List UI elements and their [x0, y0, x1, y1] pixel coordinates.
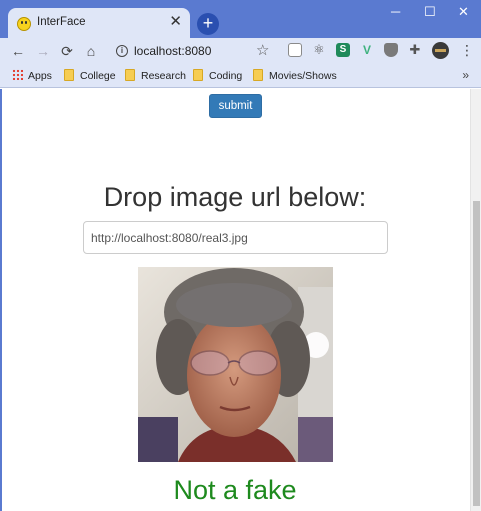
bookmarks-overflow-icon[interactable]: »: [462, 68, 469, 82]
page-scrollbar[interactable]: [470, 89, 481, 511]
folder-icon: [193, 69, 203, 81]
forward-icon[interactable]: →: [35, 42, 51, 60]
image-url-input[interactable]: [83, 221, 388, 254]
reload-icon[interactable]: ⟳: [59, 42, 75, 60]
close-window-icon[interactable]: ✕: [458, 4, 469, 20]
folder-icon: [125, 69, 135, 81]
profile-avatar-icon[interactable]: [432, 42, 449, 59]
back-icon[interactable]: ←: [10, 42, 26, 60]
tab-close-icon[interactable]: ✕: [169, 12, 182, 32]
smiley-favicon-icon: [17, 17, 31, 31]
apps-grid-icon: [12, 69, 23, 80]
folder-icon: [64, 69, 74, 81]
submit-button[interactable]: submit: [209, 94, 262, 118]
folder-icon: [253, 69, 263, 81]
info-icon[interactable]: i: [116, 45, 128, 57]
tab-title: InterFace: [37, 16, 86, 28]
bookmark-star-icon[interactable]: ☆: [256, 41, 269, 59]
s-extension-icon[interactable]: S: [336, 43, 350, 57]
page-viewport: submit Drop image url below: http://loca…: [0, 89, 470, 511]
maximize-icon[interactable]: ☐: [424, 4, 436, 20]
minimize-icon[interactable]: ─: [391, 4, 400, 20]
browser-tab[interactable]: InterFace ✕: [8, 8, 190, 38]
bookmark-movies-shows[interactable]: Movies/Shows: [253, 69, 337, 84]
browser-toolbar: ← → ⟳ ⌂ i localhost:8080 ☆ ⚛ S V ✚ ⋮: [0, 38, 481, 65]
browser-title-bar: InterFace ✕ + ─ ☐ ✕: [0, 0, 481, 38]
react-icon[interactable]: ⚛: [312, 43, 326, 57]
bookmark-research[interactable]: Research: [125, 69, 186, 84]
puzzle-icon[interactable]: ✚: [408, 43, 422, 57]
shield-icon[interactable]: [384, 43, 398, 57]
portrait-image: [138, 267, 333, 462]
document-icon[interactable]: [288, 43, 302, 57]
bookmarks-bar: Apps College Research Coding Movies/Show…: [0, 65, 481, 88]
address-url[interactable]: localhost:8080: [134, 44, 211, 58]
prediction-result: Not a fake: [173, 475, 297, 505]
new-tab-button[interactable]: +: [197, 13, 219, 35]
bookmark-apps[interactable]: Apps: [12, 69, 52, 84]
window-edge: [0, 89, 2, 511]
v-extension-icon[interactable]: V: [360, 43, 374, 57]
kebab-menu-icon[interactable]: ⋮: [460, 42, 474, 58]
bookmark-college[interactable]: College: [64, 69, 116, 84]
home-icon[interactable]: ⌂: [83, 42, 99, 60]
page-heading: Drop image url below:: [103, 182, 367, 212]
bookmark-coding[interactable]: Coding: [193, 69, 242, 84]
scrollbar-thumb[interactable]: [473, 201, 480, 506]
